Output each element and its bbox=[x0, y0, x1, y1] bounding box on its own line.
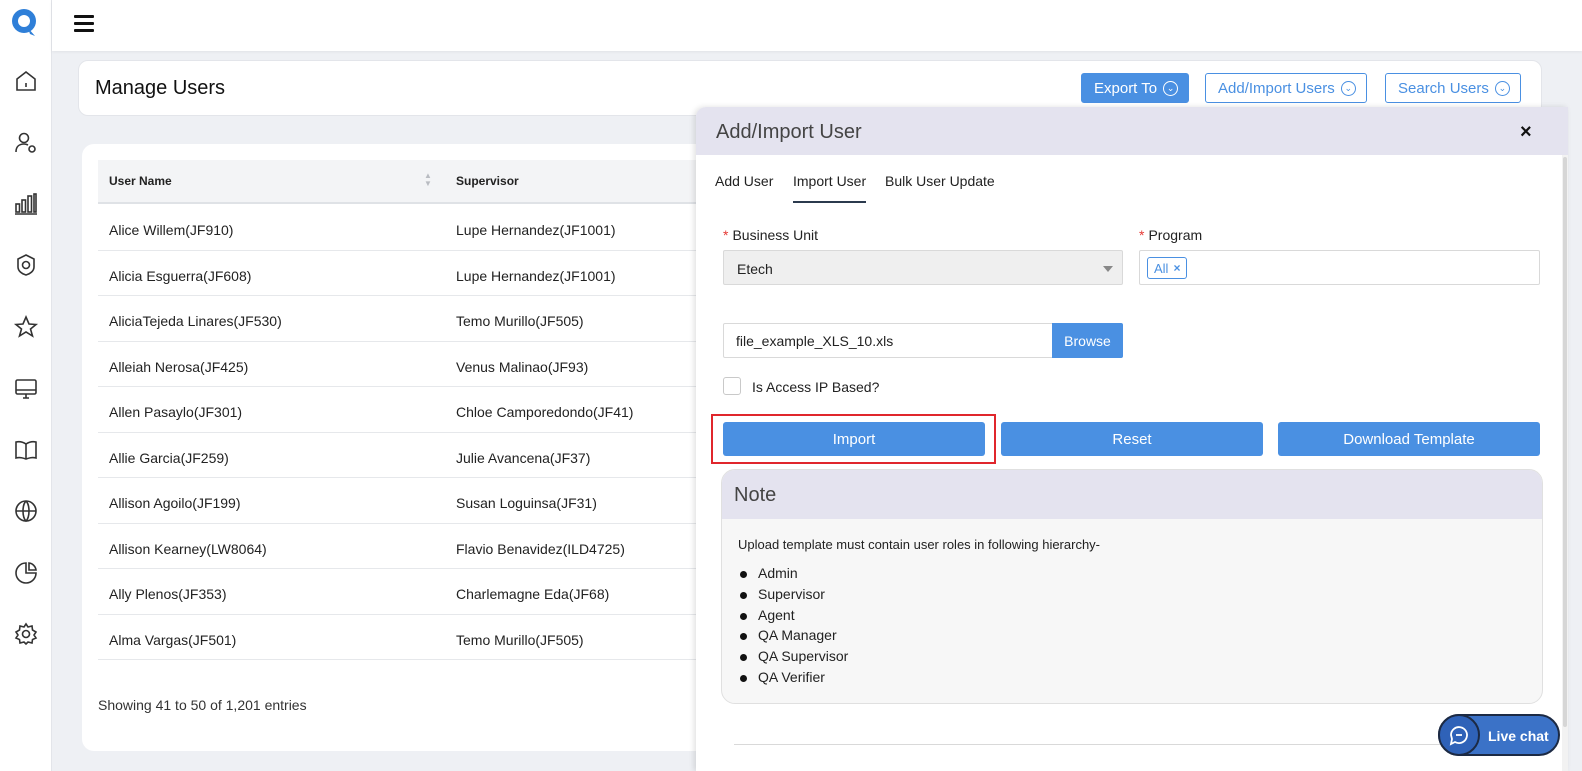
chevron-down-icon: ⌄ bbox=[1340, 80, 1356, 96]
note-card: Note Upload template must contain user r… bbox=[721, 469, 1543, 704]
program-label: * Program bbox=[1139, 227, 1202, 243]
export-to-button[interactable]: Export To ⌄ bbox=[1081, 73, 1190, 103]
tag-remove-icon[interactable]: × bbox=[1173, 261, 1180, 275]
supervisor-cell: Venus Malinao(JF93) bbox=[456, 358, 589, 375]
tab-add-user[interactable]: Add User bbox=[715, 173, 773, 189]
user-name-cell: Alicia Esguerra(JF608) bbox=[109, 267, 252, 284]
pagination-info: Showing 41 to 50 of 1,201 entries bbox=[98, 697, 307, 713]
reset-button[interactable]: Reset bbox=[1001, 422, 1263, 456]
supervisor-cell: Temo Murillo(JF505) bbox=[456, 631, 584, 648]
add-import-user-modal: Add/Import User × Add User Import User B… bbox=[696, 107, 1568, 771]
modal-header: Add/Import User × bbox=[696, 107, 1568, 155]
role-item: QA Supervisor bbox=[738, 648, 848, 669]
role-item: Admin bbox=[738, 565, 848, 586]
column-header-user-name[interactable]: User Name bbox=[109, 174, 172, 188]
live-chat-button[interactable]: Live chat bbox=[1438, 714, 1560, 756]
role-item: Agent bbox=[738, 607, 848, 628]
caret-down-icon bbox=[1103, 266, 1113, 272]
supervisor-cell: Chloe Camporedondo(JF41) bbox=[456, 404, 634, 420]
chevron-down-icon: ⌄ bbox=[1494, 80, 1510, 96]
column-header-supervisor[interactable]: Supervisor bbox=[456, 174, 519, 188]
program-tag-all: All × bbox=[1147, 257, 1188, 279]
user-gear-icon[interactable] bbox=[13, 130, 39, 156]
badge-icon[interactable] bbox=[13, 252, 39, 278]
import-highlight-box bbox=[711, 414, 996, 464]
book-icon[interactable] bbox=[13, 437, 39, 463]
app-logo-icon[interactable] bbox=[11, 8, 39, 38]
bar-chart-icon[interactable] bbox=[13, 191, 39, 217]
add-import-users-label: Add/Import Users bbox=[1218, 79, 1335, 97]
program-tag-label: All bbox=[1154, 260, 1169, 276]
note-title: Note bbox=[734, 484, 777, 506]
add-import-users-button[interactable]: Add/Import Users ⌄ bbox=[1205, 73, 1367, 103]
supervisor-cell: Susan Loguinsa(JF31) bbox=[456, 495, 597, 511]
home-icon[interactable] bbox=[13, 68, 39, 94]
scrollbar-thumb[interactable] bbox=[1563, 157, 1567, 727]
business-unit-select[interactable]: Etech bbox=[723, 250, 1123, 285]
globe-icon[interactable] bbox=[13, 498, 39, 524]
modal-title: Add/Import User bbox=[716, 121, 862, 143]
settings-icon[interactable] bbox=[13, 621, 39, 647]
supervisor-cell: Julie Avancena(JF37) bbox=[456, 449, 591, 466]
supervisor-cell: Lupe Hernandez(JF1001) bbox=[456, 222, 616, 238]
role-item: Supervisor bbox=[738, 586, 848, 607]
tab-bulk-user-update[interactable]: Bulk User Update bbox=[885, 173, 995, 189]
supervisor-cell: Temo Murillo(JF505) bbox=[456, 313, 584, 329]
user-name-cell: Alleiah Nerosa(JF425) bbox=[109, 358, 249, 375]
user-name-cell: Alice Willem(JF910) bbox=[109, 222, 234, 238]
role-item: QA Verifier bbox=[738, 669, 848, 690]
file-name-field[interactable]: file_example_XLS_10.xls bbox=[723, 323, 1053, 358]
program-multiselect[interactable]: All × bbox=[1139, 250, 1540, 285]
file-name-value: file_example_XLS_10.xls bbox=[736, 333, 894, 349]
pie-chart-icon[interactable] bbox=[13, 560, 39, 586]
user-name-cell: Ally Plenos(JF353) bbox=[109, 586, 227, 602]
close-icon[interactable]: × bbox=[1520, 122, 1532, 142]
tab-import-user[interactable]: Import User bbox=[793, 173, 867, 203]
star-icon[interactable] bbox=[13, 314, 39, 340]
hamburger-menu-icon[interactable] bbox=[74, 15, 94, 35]
search-users-label: Search Users bbox=[1398, 79, 1489, 97]
export-to-label: Export To bbox=[1094, 79, 1158, 97]
user-name-cell: AliciaTejeda Linares(JF530) bbox=[109, 313, 282, 329]
required-mark: * bbox=[1139, 227, 1145, 243]
roles-list: Admin Supervisor Agent QA Manager QA Supervi… bbox=[738, 565, 848, 690]
business-unit-value: Etech bbox=[737, 261, 773, 277]
divider bbox=[734, 744, 1534, 745]
role-item: QA Manager bbox=[738, 627, 848, 648]
top-bar bbox=[52, 0, 1582, 51]
user-name-cell: Allie Garcia(JF259) bbox=[109, 449, 229, 466]
note-text: Upload template must contain user roles … bbox=[738, 537, 1101, 552]
program-label-text: Program bbox=[1148, 227, 1203, 243]
chat-bubble-icon bbox=[1438, 714, 1480, 756]
sidebar bbox=[0, 0, 52, 771]
ip-based-label: Is Access IP Based? bbox=[752, 379, 880, 395]
page-title: Manage Users bbox=[95, 77, 226, 99]
browse-button[interactable]: Browse bbox=[1052, 323, 1123, 358]
user-name-cell: Allison Agoilo(JF199) bbox=[109, 495, 241, 511]
chevron-down-icon: ⌄ bbox=[1163, 80, 1179, 96]
ip-based-checkbox[interactable] bbox=[723, 377, 741, 395]
user-name-cell: Alma Vargas(JF501) bbox=[109, 631, 237, 648]
business-unit-label: * Business Unit bbox=[723, 227, 818, 243]
user-name-cell: Allison Kearney(LW8064) bbox=[109, 540, 267, 557]
sort-icon[interactable]: ▲ ▼ bbox=[424, 172, 432, 188]
monitor-icon[interactable] bbox=[13, 376, 39, 402]
required-mark: * bbox=[723, 227, 729, 243]
download-template-button[interactable]: Download Template bbox=[1278, 422, 1540, 456]
user-name-cell: Allen Pasaylo(JF301) bbox=[109, 404, 243, 420]
supervisor-cell: Flavio Benavidez(ILD4725) bbox=[456, 540, 625, 557]
note-header: Note bbox=[722, 470, 1542, 519]
live-chat-label: Live chat bbox=[1488, 728, 1549, 744]
supervisor-cell: Lupe Hernandez(JF1001) bbox=[456, 267, 616, 284]
search-users-button[interactable]: Search Users ⌄ bbox=[1385, 73, 1521, 103]
supervisor-cell: Charlemagne Eda(JF68) bbox=[456, 586, 610, 602]
business-unit-label-text: Business Unit bbox=[732, 227, 819, 243]
